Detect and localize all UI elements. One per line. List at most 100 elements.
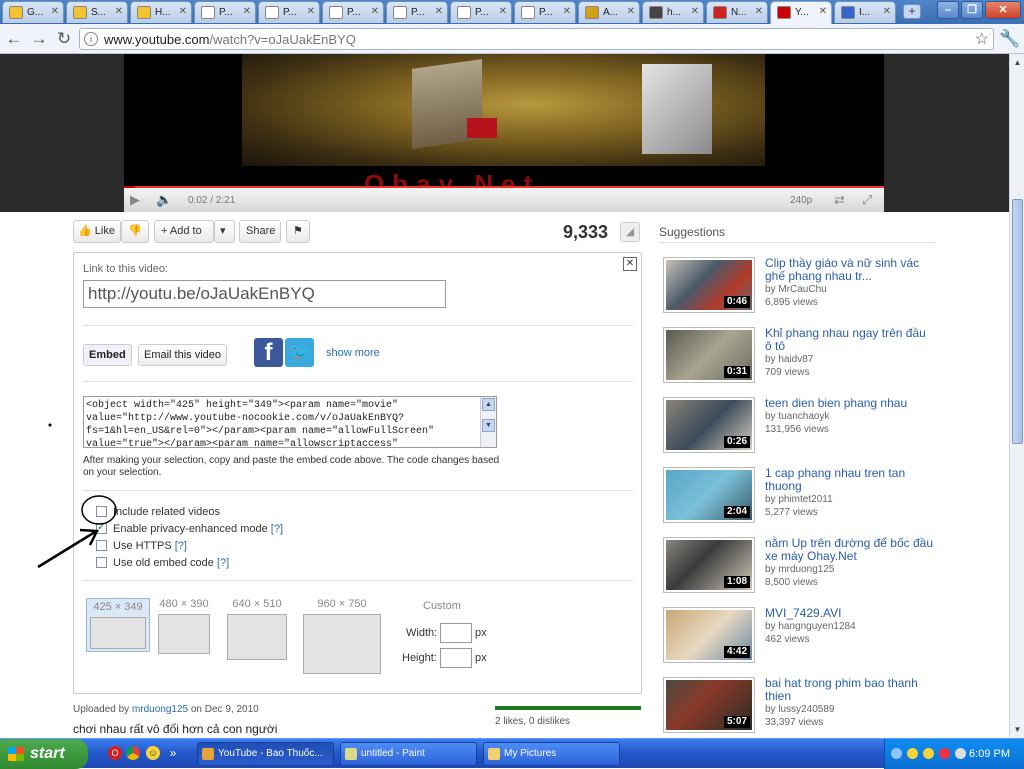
suggestion-title[interactable]: teen dien bien phang nhau — [765, 397, 935, 410]
messenger-icon[interactable]: ☺ — [146, 746, 160, 760]
video-thumbnail[interactable]: 4:42 — [663, 607, 755, 663]
scrollbar-thumb[interactable] — [1012, 199, 1023, 444]
browser-tab[interactable]: P... ✕ — [514, 1, 576, 23]
suggestion-title[interactable]: 1 cap phang nhau tren tan thuong — [765, 467, 935, 493]
video-thumbnail[interactable]: 1:08 — [663, 537, 755, 593]
suggestion-item[interactable]: 0:46 Clip thầy giáo và nữ sinh vác ghế ph… — [663, 257, 943, 317]
help-link[interactable]: [?] — [217, 557, 229, 569]
bookmark-star-icon[interactable]: ☆ — [975, 29, 989, 49]
opera-icon[interactable]: O — [108, 746, 122, 760]
close-window-button[interactable]: ✕ — [985, 1, 1021, 19]
browser-tab[interactable]: P... ✕ — [258, 1, 320, 23]
embed-option[interactable]: Include related videos — [96, 506, 220, 522]
video-thumbnail[interactable]: 5:07 — [663, 677, 755, 733]
checkbox[interactable] — [96, 557, 107, 568]
embed-size-option[interactable]: 960 × 750 — [299, 598, 385, 674]
close-tab-icon[interactable]: ✕ — [627, 6, 635, 17]
embed-option[interactable]: Use old embed code [?] — [96, 557, 229, 573]
checkbox[interactable] — [96, 540, 107, 551]
scroll-up-icon[interactable]: ▲ — [482, 398, 495, 411]
suggestion-item[interactable]: 0:26 teen dien bien phang nhau by tuanchao… — [663, 397, 943, 457]
share-button[interactable]: Share — [239, 220, 281, 243]
close-tab-icon[interactable]: ✕ — [499, 6, 507, 17]
network-icon[interactable] — [891, 748, 902, 759]
close-tab-icon[interactable]: ✕ — [755, 6, 763, 17]
suggestion-title[interactable]: MVI_7429.AVI — [765, 607, 935, 620]
suggestion-item[interactable]: 0:31 Khỉ phang nhau ngay trên đầu ô tô by … — [663, 327, 943, 387]
antivirus-icon[interactable] — [939, 748, 950, 759]
page-scrollbar[interactable]: ▲ ▼ — [1009, 54, 1024, 738]
embed-code-scrollbar[interactable]: ▲ ▼ — [480, 397, 496, 447]
close-tab-icon[interactable]: ✕ — [883, 6, 891, 17]
close-tab-icon[interactable]: ✕ — [307, 6, 315, 17]
suggestion-item[interactable]: 4:42 MVI_7429.AVI by hangnguyen1284 462 vie… — [663, 607, 943, 667]
close-tab-icon[interactable]: ✕ — [51, 6, 59, 17]
uploader-link[interactable]: mrduong125 — [132, 704, 188, 715]
quality-selector[interactable]: 240p — [790, 195, 812, 206]
like-button[interactable]: 👍 Like — [73, 220, 121, 243]
taskbar-window-button[interactable]: YouTube - Bao Thuốc... — [197, 742, 334, 766]
play-icon[interactable]: ▶ — [130, 192, 140, 208]
fullscreen-icon[interactable]: ⤢ — [862, 192, 872, 208]
suggestion-item[interactable]: 5:07 bai hat trong phim bao thanh thien by… — [663, 677, 943, 737]
add-to-button[interactable]: + Add to — [154, 220, 214, 243]
close-tab-icon[interactable]: ✕ — [435, 6, 443, 17]
twitter-icon[interactable]: 🐦 — [285, 338, 314, 367]
flag-button[interactable]: ⚑ — [286, 220, 310, 243]
back-button[interactable]: ← — [4, 29, 24, 49]
custom-height-input[interactable] — [440, 648, 472, 668]
browser-tab[interactable]: P... ✕ — [450, 1, 512, 23]
emoticon-tray-icon[interactable] — [923, 748, 934, 759]
suggestion-title[interactable]: Clip thầy giáo và nữ sinh vác ghế phang … — [765, 257, 935, 283]
suggestion-title[interactable]: nằm Up trên đường để bốc đầu xe máy Ohay… — [765, 537, 935, 563]
scroll-down-icon[interactable]: ▼ — [482, 419, 495, 432]
video-thumbnail[interactable]: 2:04 — [663, 467, 755, 523]
email-video-button[interactable]: Email this video — [138, 344, 228, 366]
embed-option[interactable]: Use HTTPS [?] — [96, 540, 187, 556]
browser-tab[interactable]: h... ✕ — [642, 1, 704, 23]
browser-tab[interactable]: P... ✕ — [322, 1, 384, 23]
close-tab-icon[interactable]: ✕ — [691, 6, 699, 17]
embed-size-option[interactable]: 640 × 510 — [223, 598, 291, 660]
suggestion-item[interactable]: 2:04 1 cap phang nhau tren tan thuong by p… — [663, 467, 943, 527]
start-button[interactable]: start — [0, 739, 88, 769]
close-tab-icon[interactable]: ✕ — [179, 6, 187, 17]
browser-tab[interactable]: Y... ✕ — [770, 1, 832, 24]
stats-button[interactable]: ◢ — [620, 222, 640, 242]
popout-icon[interactable]: ⇄ — [834, 192, 845, 208]
add-to-dropdown[interactable]: ▾ — [214, 220, 235, 243]
short-url-field[interactable] — [83, 280, 446, 308]
volume-icon[interactable]: 🔈 — [156, 192, 172, 208]
checkbox[interactable] — [96, 520, 107, 534]
wrench-menu-icon[interactable]: 🔧 — [999, 29, 1020, 49]
scroll-up-icon[interactable]: ▲ — [1011, 56, 1024, 69]
reload-button[interactable]: ↻ — [54, 29, 74, 49]
maximize-button[interactable]: ❐ — [961, 1, 983, 19]
video-thumbnail[interactable]: 0:46 — [663, 257, 755, 313]
browser-tab[interactable]: S... ✕ — [66, 1, 128, 23]
dislike-button[interactable]: 👎 — [121, 220, 149, 243]
browser-tab[interactable]: H... ✕ — [130, 1, 192, 23]
close-icon[interactable]: ✕ — [623, 257, 637, 271]
video-thumbnail[interactable]: 0:26 — [663, 397, 755, 453]
browser-tab[interactable]: A... ✕ — [578, 1, 640, 23]
close-tab-icon[interactable]: ✕ — [371, 6, 379, 17]
close-tab-icon[interactable]: ✕ — [115, 6, 123, 17]
embed-size-option[interactable]: 480 × 390 — [154, 598, 214, 654]
close-tab-icon[interactable]: ✕ — [243, 6, 251, 17]
minimize-button[interactable]: – — [937, 1, 959, 19]
suggestion-title[interactable]: Khỉ phang nhau ngay trên đầu ô tô — [765, 327, 935, 353]
forward-button[interactable]: → — [29, 29, 49, 49]
new-tab-button[interactable]: + — [903, 4, 921, 19]
video-thumbnail[interactable]: 0:31 — [663, 327, 755, 383]
chrome-icon[interactable] — [126, 746, 140, 760]
taskbar-window-button[interactable]: My Pictures — [483, 742, 620, 766]
browser-tab[interactable]: G... ✕ — [2, 1, 64, 23]
facebook-icon[interactable]: f — [254, 338, 283, 367]
embed-button[interactable]: Embed — [83, 344, 132, 366]
browser-tab[interactable]: P... ✕ — [386, 1, 448, 23]
suggestion-item[interactable]: 1:08 nằm Up trên đường để bốc đầu xe máy … — [663, 537, 943, 597]
close-tab-icon[interactable]: ✕ — [819, 6, 827, 17]
address-bar[interactable]: i www.youtube.com/watch?v=oJaUakEnBYQ ☆ — [79, 28, 994, 50]
custom-width-input[interactable] — [440, 623, 472, 643]
